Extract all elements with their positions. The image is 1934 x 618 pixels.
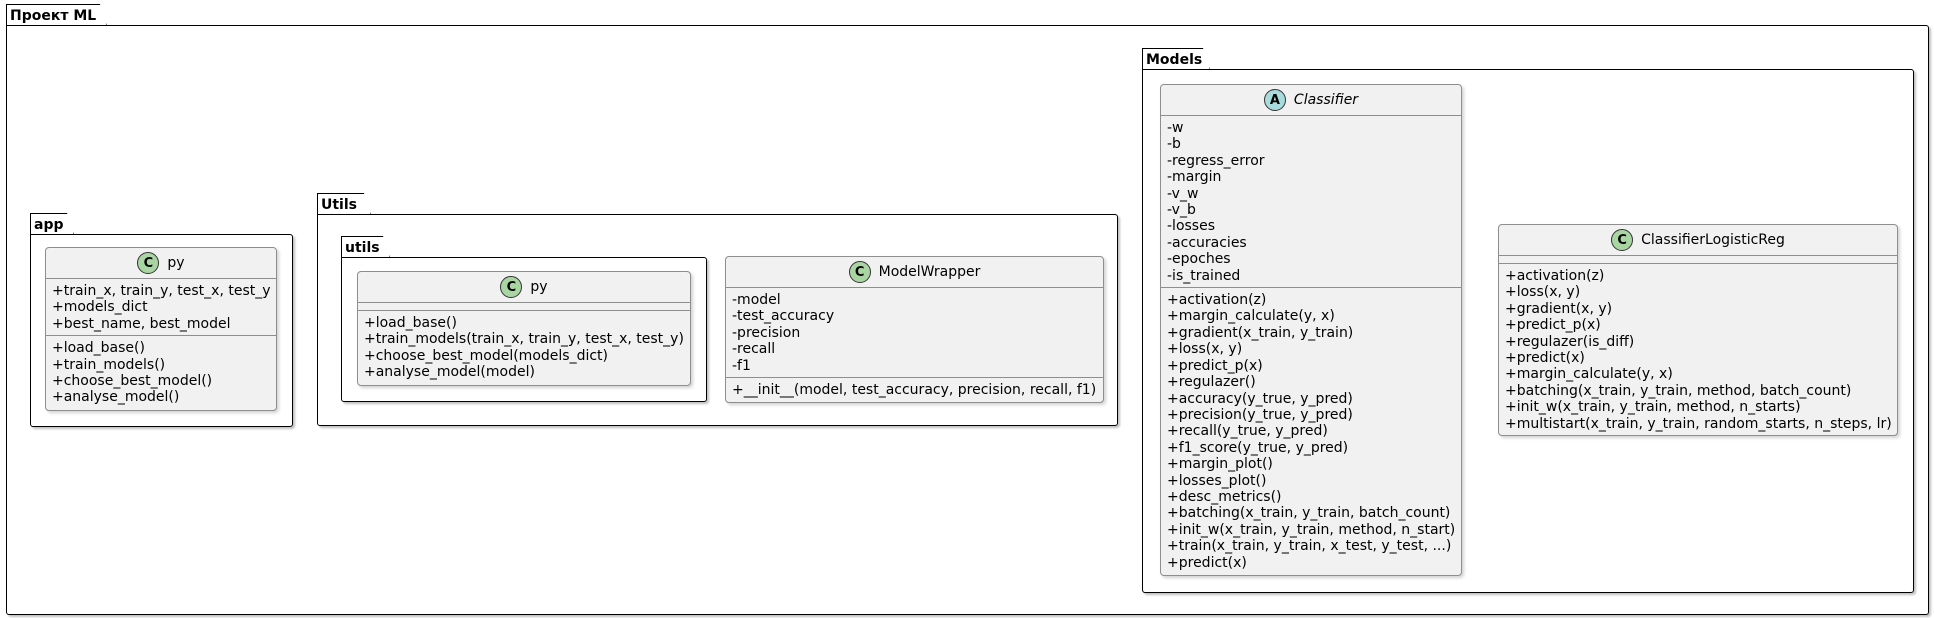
method: +__init__(model, test_accuracy, precisio… <box>732 382 1097 399</box>
method: +init_w(x_train, y_train, method, n_star… <box>1505 399 1801 416</box>
field: -accuracies <box>1167 234 1247 251</box>
method: +losses_plot() <box>1167 472 1267 489</box>
class-stereotype-icon: C <box>1611 229 1634 251</box>
class-methods: +load_base() +train_models() +choose_bes… <box>46 336 276 409</box>
class-name: ModelWrapper <box>878 264 981 280</box>
field: -v_w <box>1167 185 1199 202</box>
method: +f1_score(y_true, y_pred) <box>1167 439 1349 456</box>
method: +multistart(x_train, y_train, random_sta… <box>1505 415 1892 432</box>
field: -model <box>732 292 781 308</box>
field: -regress_error <box>1167 152 1265 169</box>
class-model-wrapper: C ModelWrapper -model -test_accuracy -pr… <box>725 256 1104 403</box>
method: +load_base() <box>52 340 145 357</box>
method: +init_w(x_train, y_train, method, n_star… <box>1167 521 1456 538</box>
class-stereotype-icon: A <box>1263 89 1286 111</box>
class-header: C py <box>358 272 690 303</box>
class-classifier-logistic-reg: C ClassifierLogisticReg +activation(z) +… <box>1498 224 1898 436</box>
method: +activation(z) <box>1167 292 1267 309</box>
method: +predict(x) <box>1167 554 1247 571</box>
method: +margin_calculate(y, x) <box>1167 308 1335 325</box>
class-fields: +train_x, train_y, test_x, test_y +model… <box>46 279 276 337</box>
package-tab-utils: Utils <box>317 193 371 215</box>
class-name: ClassifierLogisticReg <box>1641 232 1785 248</box>
method: +gradient(x, y) <box>1505 300 1613 317</box>
field: -v_b <box>1167 202 1196 219</box>
field: -f1 <box>732 357 751 374</box>
class-name: py <box>167 255 185 271</box>
package-tab-app: app <box>30 213 74 235</box>
method: +predict(x) <box>1505 350 1585 367</box>
class-header: A Classifier <box>1161 85 1461 116</box>
method: +loss(x, y) <box>1167 341 1243 358</box>
method: +regulazer(is_diff) <box>1505 333 1635 350</box>
class-header: C py <box>46 248 276 279</box>
class-fields <box>1499 256 1897 264</box>
class-header: C ModelWrapper <box>726 257 1103 288</box>
package-tab-project-ml: Проект ML <box>6 4 107 26</box>
method: +choose_best_model(models_dict) <box>364 347 608 364</box>
method: +accuracy(y_true, y_pred) <box>1167 390 1353 407</box>
class-methods: +load_base() +train_models(train_x, trai… <box>358 311 690 384</box>
method: +train_models(train_x, train_y, test_x, … <box>364 331 684 348</box>
field: -b <box>1167 136 1181 153</box>
field: -epoches <box>1167 251 1231 268</box>
method: +batching(x_train, y_train, batch_count) <box>1167 505 1451 522</box>
method: +load_base() <box>364 315 457 331</box>
class-name: Classifier <box>1293 92 1359 108</box>
method: +batching(x_train, y_train, method, batc… <box>1505 382 1852 399</box>
field: +models_dict <box>52 299 148 316</box>
field: -test_accuracy <box>732 308 835 325</box>
class-utils-py: C py +load_base() +train_models(train_x,… <box>357 271 691 386</box>
field: -margin <box>1167 169 1222 186</box>
method: +activation(z) <box>1505 268 1605 284</box>
class-methods: +activation(z) +margin_calculate(y, x) +… <box>1161 288 1461 574</box>
class-header: C ClassifierLogisticReg <box>1499 225 1897 256</box>
method: +regulazer() <box>1167 374 1256 391</box>
class-stereotype-icon: C <box>848 261 871 283</box>
class-app-py: C py +train_x, train_y, test_x, test_y +… <box>45 247 277 411</box>
class-fields <box>358 303 690 311</box>
class-stereotype-icon: C <box>500 276 523 298</box>
field: +best_name, best_model <box>52 315 231 332</box>
class-methods: +activation(z) +loss(x, y) +gradient(x, … <box>1499 264 1897 435</box>
method: +analyse_model(model) <box>364 364 535 381</box>
method: +loss(x, y) <box>1505 284 1581 301</box>
method: +predict_p(x) <box>1167 357 1263 374</box>
field: -recall <box>732 341 776 358</box>
class-stereotype-icon: C <box>137 252 160 274</box>
class-classifier: A Classifier -w -b -regress_error -margi… <box>1160 84 1462 576</box>
method: +analyse_model() <box>52 389 180 406</box>
method: +margin_calculate(y, x) <box>1505 366 1673 383</box>
field: -is_trained <box>1167 267 1241 284</box>
package-tab-utils-sub: utils <box>341 236 390 258</box>
class-fields: -model -test_accuracy -precision -recall… <box>726 288 1103 379</box>
field: -precision <box>732 324 801 341</box>
method: +margin_plot() <box>1167 456 1273 473</box>
field: +train_x, train_y, test_x, test_y <box>52 283 271 299</box>
method: +train_models() <box>52 356 166 373</box>
method: +gradient(x_train, y_train) <box>1167 324 1354 341</box>
method: +train(x_train, y_train, x_test, y_test,… <box>1167 538 1452 555</box>
method: +predict_p(x) <box>1505 317 1601 334</box>
field: -w <box>1167 120 1184 136</box>
field: -losses <box>1167 218 1216 235</box>
class-methods: +__init__(model, test_accuracy, precisio… <box>726 378 1103 401</box>
method: +precision(y_true, y_pred) <box>1167 406 1353 423</box>
method: +recall(y_true, y_pred) <box>1167 423 1328 440</box>
class-fields: -w -b -regress_error -margin -v_w -v_b -… <box>1161 116 1461 289</box>
package-tab-models: Models <box>1142 48 1210 70</box>
method: +choose_best_model() <box>52 373 213 390</box>
method: +desc_metrics() <box>1167 488 1282 505</box>
class-name: py <box>530 279 548 295</box>
